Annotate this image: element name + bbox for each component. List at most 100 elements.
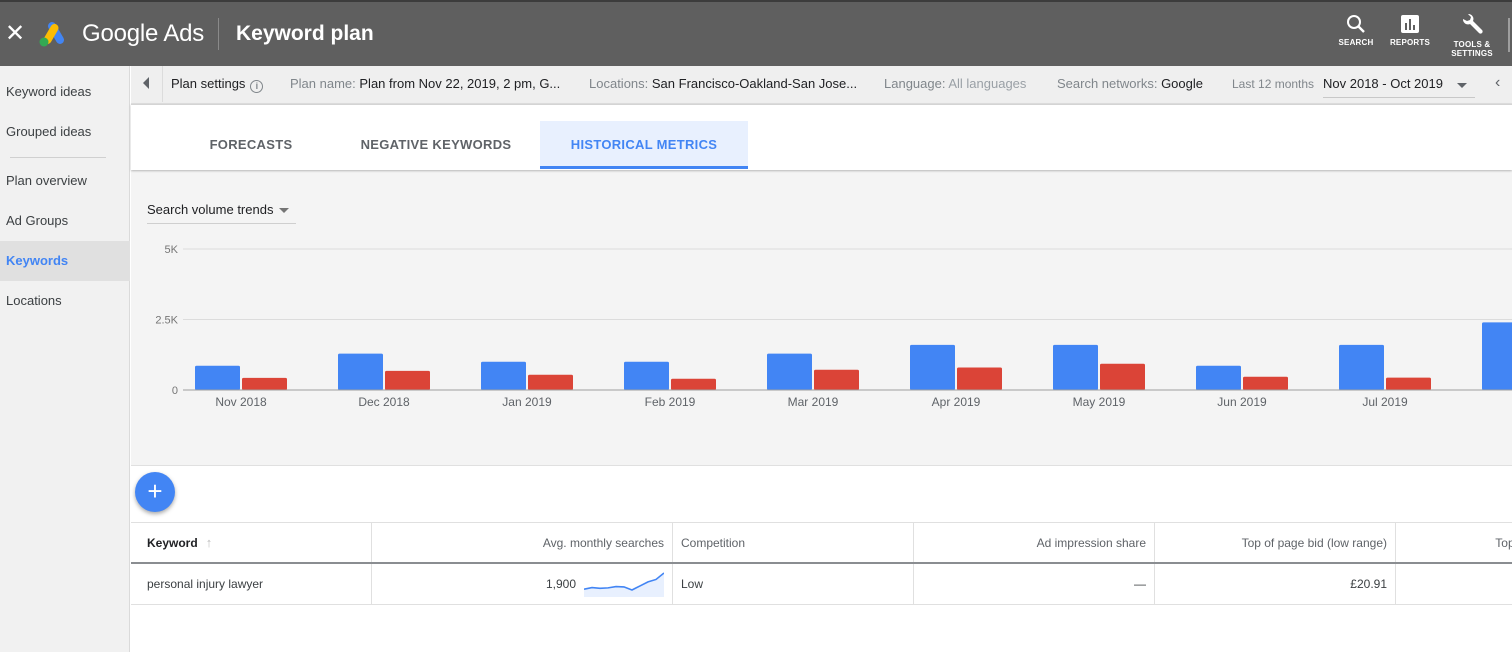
sidebar-item-keyword-ideas[interactable]: Keyword ideas [0, 72, 130, 112]
search-icon [1347, 15, 1365, 33]
x-tick-label: Jan 2019 [502, 395, 552, 409]
tools-label: TOOLS & [1453, 40, 1491, 49]
plan-settings-label: Plan settings i [171, 76, 264, 93]
column-header-keyword[interactable]: Keyword ↑ [131, 523, 372, 562]
bar-total [1196, 365, 1241, 390]
plan-name-setting[interactable]: Plan name: Plan from Nov 22, 2019, 2 pm,… [290, 76, 560, 91]
sidebar-item-keywords[interactable]: Keywords [0, 241, 130, 281]
bar-total [1339, 344, 1384, 390]
table-empty-area [131, 606, 1512, 652]
info-icon[interactable]: i [250, 80, 264, 93]
search-button[interactable]: SEARCH [1336, 14, 1376, 47]
locations-label: Locations: [589, 76, 649, 91]
bar-mobile [528, 374, 573, 390]
plan-settings-bar: Plan settings i Plan name: Plan from Nov … [131, 66, 1512, 104]
plan-settings-title: Plan settings [171, 76, 246, 91]
bar-total [1482, 322, 1512, 390]
table-row: personal injury lawyer 1,900 Low — £20.9… [131, 564, 1512, 605]
chart-panel: 0 2.5K 5K Nov 2018 Dec 2018 Jan 2019 Feb 2019 M… [131, 170, 1512, 466]
bar-total [624, 361, 669, 390]
column-header-avg-monthly-searches[interactable]: Avg. monthly searches [372, 523, 673, 562]
top-app-bar: ✕ Google Ads Keyword plan SEARCH REPORTS… [0, 0, 1512, 66]
period-label-text: Last 12 months [1232, 77, 1315, 91]
date-range-select[interactable]: Nov 2018 - Oct 2019 [1323, 70, 1475, 98]
tab-bar: FORECASTS NEGATIVE KEYWORDS HISTORICAL M… [131, 104, 1512, 170]
tools-settings-button[interactable]: TOOLS & SETTINGS [1446, 14, 1498, 58]
header-divider [218, 18, 219, 50]
bar-mobile [1100, 363, 1145, 390]
tab-historical-metrics[interactable]: HISTORICAL METRICS [540, 121, 748, 169]
chart-type-select[interactable]: Search volume trends [147, 196, 296, 224]
y-tick-label: 5K [165, 244, 179, 256]
plan-name-value: Plan from Nov 22, 2019, 2 pm, G... [359, 76, 561, 91]
top-bid-low-cell: £20.91 [1155, 564, 1396, 604]
bar-total [1053, 344, 1098, 390]
brand-name: Google Ads [82, 20, 205, 47]
y-tick-label: 0 [172, 385, 178, 397]
bar-mobile [385, 370, 430, 390]
language-setting[interactable]: Language: All languages [884, 76, 1026, 91]
sidebar-item-grouped-ideas[interactable]: Grouped ideas [0, 112, 130, 152]
x-tick-label: Dec 2018 [358, 395, 410, 409]
add-keyword-button[interactable]: + [135, 472, 175, 512]
table-header: Keyword ↑ Avg. monthly searches Competiti… [131, 522, 1512, 564]
keyword-cell[interactable]: personal injury lawyer [131, 564, 372, 604]
sparkline-area [584, 573, 664, 597]
locations-value: San Francisco-Oakland-San Jose... [651, 76, 858, 91]
tab-forecasts[interactable]: FORECASTS [191, 121, 311, 169]
header-edge-divider [1508, 18, 1510, 52]
search-networks-label: Search networks: [1057, 76, 1158, 91]
wrench-icon [1462, 14, 1483, 34]
sidebar-item-plan-overview[interactable]: Plan overview [0, 161, 130, 201]
sidebar-item-locations[interactable]: Locations [0, 281, 130, 321]
column-header-ad-impression-share[interactable]: Ad impression share [914, 523, 1155, 562]
avg-monthly-searches-value: 1,900 [545, 577, 576, 591]
bar-total [481, 361, 526, 390]
bar-mobile [957, 367, 1002, 390]
date-range-value: Nov 2018 - Oct 2019 [1323, 76, 1443, 91]
search-volume-chart: 0 2.5K 5K Nov 2018 Dec 2018 Jan 2019 Feb 2019 M… [155, 244, 1512, 409]
column-header-top-bid-low[interactable]: Top of page bid (low range) [1155, 523, 1396, 562]
keywords-table: Keyword ↑ Avg. monthly searches Competiti… [131, 522, 1512, 605]
bar-total [195, 365, 240, 390]
reports-label: REPORTS [1389, 38, 1431, 47]
search-networks-setting[interactable]: Search networks: Google [1057, 76, 1203, 91]
table-toolbar: + [131, 466, 1512, 523]
search-label: SEARCH [1338, 38, 1374, 47]
x-tick-label: Jul 2019 [1362, 395, 1408, 409]
bar-mobile [671, 378, 716, 390]
ad-impression-share-cell: — [914, 564, 1155, 604]
reports-button[interactable]: REPORTS [1388, 14, 1432, 47]
reports-icon [1401, 15, 1419, 33]
locations-setting[interactable]: Locations: San Francisco-Oakland-San Jos… [589, 76, 857, 91]
trend-sparkline [584, 572, 664, 597]
y-tick-label: 2.5K [155, 315, 178, 327]
bar-mobile [814, 369, 859, 390]
bar-mobile [1386, 377, 1431, 390]
language-label: Language: [884, 76, 946, 91]
chart-type-value: Search volume trends [147, 202, 274, 217]
sidebar-item-ad-groups[interactable]: Ad Groups [0, 201, 130, 241]
caret-down-icon [1457, 83, 1467, 88]
top-bid-high-cell [1396, 564, 1512, 604]
caret-down-icon [279, 208, 289, 213]
tab-negative-keywords[interactable]: NEGATIVE KEYWORDS [341, 121, 531, 169]
search-networks-value: Google [1161, 76, 1203, 91]
page-title: Keyword plan [236, 22, 374, 45]
bar-total [767, 353, 812, 390]
language-value: All languages [948, 76, 1027, 91]
column-header-top-bid-high[interactable]: Top of [1396, 523, 1512, 562]
x-tick-label: May 2019 [1073, 395, 1126, 409]
sidebar: Keyword ideas Grouped ideas Plan overvie… [0, 66, 130, 652]
bar-total [910, 344, 955, 390]
x-tick-label: Nov 2018 [215, 395, 267, 409]
competition-cell: Low [673, 564, 914, 604]
sort-arrow-up-icon[interactable]: ↑ [206, 535, 213, 550]
chevron-left-icon[interactable]: ‹ [1495, 74, 1500, 92]
period-label: Last 12 months [1232, 77, 1314, 91]
collapse-settings-button[interactable] [131, 66, 163, 102]
column-header-competition[interactable]: Competition [673, 523, 914, 562]
plan-name-label: Plan name: [290, 76, 356, 91]
x-tick-label: Jun 2019 [1217, 395, 1267, 409]
close-icon[interactable]: ✕ [5, 22, 25, 46]
